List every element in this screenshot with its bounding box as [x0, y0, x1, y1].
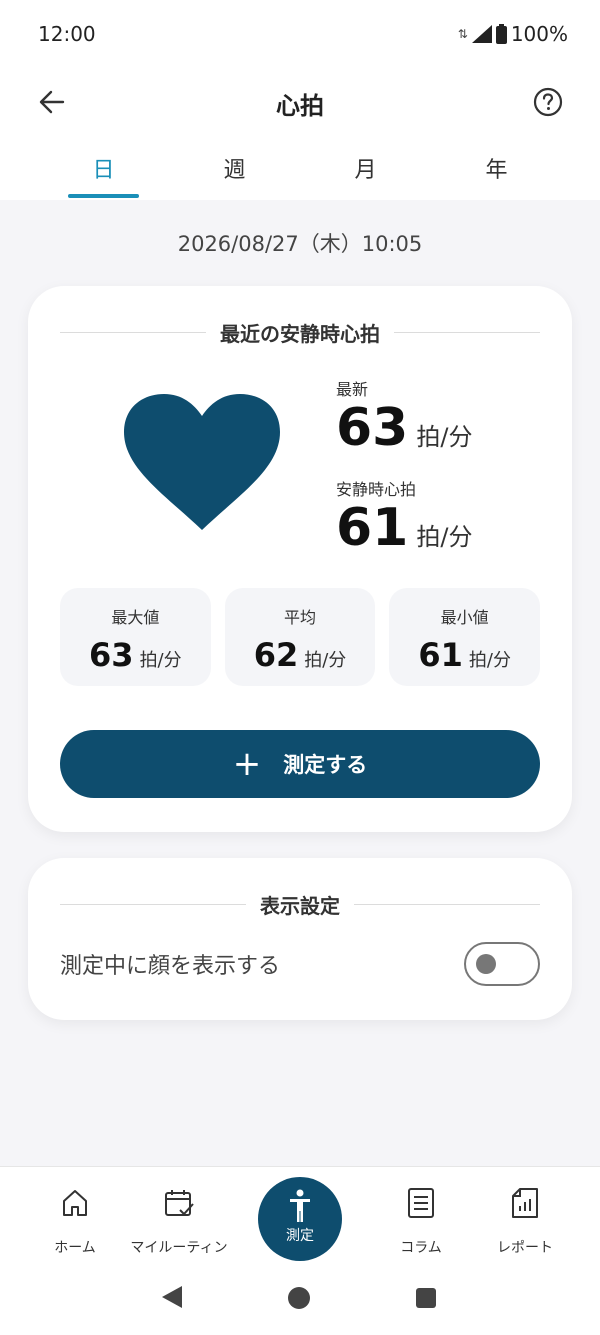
show-face-label: 測定中に顔を表示する: [60, 954, 281, 979]
page-title: 心拍: [276, 92, 324, 120]
period-tabs: 日 週 月 年: [0, 136, 600, 200]
latest-value-row: 63 拍/分: [336, 402, 472, 454]
nav-report-label: レポート: [497, 1240, 553, 1256]
system-recent-icon[interactable]: [416, 1288, 436, 1308]
tab-year[interactable]: 年: [431, 136, 562, 200]
section-title-text: 表示設定: [260, 893, 340, 918]
section-title-text: 最近の安静時心拍: [220, 321, 380, 346]
calendar-icon-wrap: [124, 1183, 234, 1223]
measure-button-label: 測定する: [283, 753, 368, 777]
show-face-setting-row: 測定中に顔を表示する: [60, 940, 540, 988]
measurement-date: 2026/08/27（木）10:05: [177, 232, 423, 256]
top-section: 12:00 ⇅ 100% 心拍 日 週 月 年: [0, 0, 600, 200]
data-arrows-icon: ⇅: [457, 27, 468, 41]
resting-unit: 拍/分: [416, 523, 473, 551]
list-icon: [408, 1188, 434, 1218]
report-icon: [512, 1188, 538, 1218]
resting-heart-rate-card: 最近の安静時心拍 最新 63 拍/分 安静時心拍 61 拍/分 最大値 63 拍…: [28, 286, 572, 832]
nav-my-routine[interactable]: マイルーティン: [124, 1183, 234, 1257]
tab-week[interactable]: 週: [169, 136, 300, 200]
app-bar: 心拍: [0, 66, 600, 136]
stat-min-unit: 拍/分: [468, 650, 511, 671]
display-settings-card: 表示設定 測定中に顔を表示する: [28, 858, 572, 1020]
tab-month[interactable]: 月: [300, 136, 431, 200]
home-icon: [63, 1190, 87, 1216]
stat-avg-value: 62: [253, 636, 299, 674]
resting-metric: 安静時心拍 61 拍/分: [336, 476, 472, 554]
nav-report[interactable]: レポート: [470, 1183, 580, 1257]
toggle-knob: [476, 954, 496, 974]
list-icon-wrap: [366, 1183, 476, 1223]
person-icon: [290, 1189, 310, 1222]
system-home-icon[interactable]: [288, 1287, 310, 1309]
stat-max-unit: 拍/分: [139, 650, 182, 671]
nav-home-label: ホーム: [54, 1240, 96, 1256]
divider: [60, 903, 246, 905]
nav-column-label: コラム: [400, 1240, 442, 1256]
person-icon-wrap: [258, 1189, 342, 1223]
nav-home[interactable]: ホーム: [20, 1183, 130, 1257]
system-back-icon[interactable]: [162, 1286, 182, 1308]
resting-value: 61: [336, 498, 409, 558]
report-icon-wrap: [470, 1183, 580, 1223]
divider: [394, 331, 540, 333]
stat-avg-value-row: 62 拍/分: [225, 636, 376, 674]
latest-value: 63: [336, 398, 409, 458]
stat-min-value: 61: [418, 636, 463, 674]
latest-label: 最新: [336, 380, 369, 399]
stat-avg: 平均 62 拍/分: [224, 588, 376, 686]
calendar-check-icon: [165, 1190, 194, 1216]
nav-measure[interactable]: 測定: [258, 1177, 342, 1261]
stat-max-value-row: 63 拍/分: [60, 636, 211, 674]
battery-level: 100%: [510, 22, 568, 46]
latest-metric: 最新 63 拍/分: [336, 376, 472, 454]
resting-label: 安静時心拍: [336, 480, 417, 499]
heart-icon: [124, 394, 280, 530]
help-button[interactable]: [526, 80, 570, 124]
divider: [60, 331, 206, 333]
section-title: 表示設定: [60, 890, 540, 918]
stat-min-value-row: 61 拍/分: [389, 636, 540, 674]
plus-icon: +: [232, 744, 262, 784]
stat-avg-unit: 拍/分: [304, 650, 347, 671]
stat-max-value: 63: [89, 636, 134, 674]
status-time: 12:00: [38, 22, 96, 46]
stat-max: 最大値 63 拍/分: [60, 588, 211, 686]
stats-row: 最大値 63 拍/分 平均 62 拍/分 最小値 61 拍/分: [60, 588, 541, 686]
stat-max-label: 最大値: [111, 608, 160, 627]
bottom-navigation: ホーム マイルーティン 測定 コラム レポート: [0, 1166, 600, 1335]
stat-min: 最小値 61 拍/分: [389, 588, 541, 686]
status-bar: 12:00 ⇅ 100%: [0, 0, 600, 66]
section-title: 最近の安静時心拍: [60, 318, 540, 346]
nav-measure-label: 測定: [286, 1228, 314, 1244]
signal-icon: [471, 25, 492, 43]
stat-avg-label: 平均: [284, 608, 317, 627]
home-icon-wrap: [20, 1183, 130, 1223]
measure-button[interactable]: + 測定する: [60, 730, 540, 798]
nav-my-routine-label: マイルーティン: [130, 1240, 228, 1256]
show-face-toggle[interactable]: [464, 942, 540, 986]
latest-unit: 拍/分: [416, 423, 473, 451]
tab-day[interactable]: 日: [38, 136, 169, 200]
divider: [354, 903, 540, 905]
battery-icon: [495, 24, 507, 44]
resting-value-row: 61 拍/分: [336, 502, 472, 554]
help-icon: [533, 87, 563, 117]
status-icons: ⇅ 100%: [458, 22, 568, 46]
nav-column[interactable]: コラム: [366, 1183, 476, 1257]
stat-min-label: 最小値: [440, 608, 489, 627]
